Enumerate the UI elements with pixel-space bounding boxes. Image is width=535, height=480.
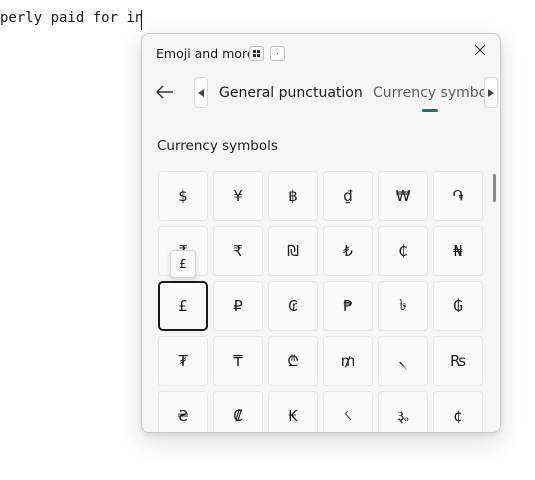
symbol-cell[interactable]: ₽: [213, 281, 263, 331]
caret-left-icon: [198, 88, 204, 97]
symbol-cell-selected[interactable]: £: [158, 281, 208, 331]
symbol-cell[interactable]: ₨: [433, 336, 483, 386]
windows-key-badge: [249, 46, 264, 61]
period-key-badge: .: [270, 46, 285, 61]
symbol-cell[interactable]: ₹: [213, 226, 263, 276]
windows-logo-icon: [253, 50, 260, 57]
vertical-scrollbar-thumb[interactable]: [493, 174, 496, 202]
emoji-panel: Emoji and more . General punctuation Cur…: [141, 33, 501, 433]
close-icon: [474, 44, 486, 56]
symbol-cell[interactable]: ₩: [378, 171, 428, 221]
symbol-cell[interactable]: ৲: [378, 336, 428, 386]
symbol-cell[interactable]: $: [158, 171, 208, 221]
back-button[interactable]: [154, 81, 176, 103]
symbol-cell[interactable]: ₱: [323, 281, 373, 331]
symbol-cell[interactable]: ¢: [433, 391, 483, 432]
symbol-cell[interactable]: ₵: [378, 226, 428, 276]
tab-currency-symbols[interactable]: Currency symbols: [373, 85, 498, 101]
symbol-cell[interactable]: ₥: [323, 336, 373, 386]
tab-general-punctuation[interactable]: General punctuation: [219, 85, 363, 101]
symbol-cell[interactable]: ₾: [268, 336, 318, 386]
tabs-scroll-left-button[interactable]: [194, 77, 208, 108]
symbol-cell[interactable]: ֏: [433, 171, 483, 221]
symbol-cell[interactable]: ₫: [323, 171, 373, 221]
symbol-cell[interactable]: ૱: [378, 391, 428, 432]
active-tab-indicator: [422, 109, 438, 112]
symbol-cell[interactable]: ₴: [158, 391, 208, 432]
symbol-cell[interactable]: ₭: [268, 391, 318, 432]
close-button[interactable]: [470, 40, 490, 60]
symbol-cell[interactable]: ฿: [268, 171, 318, 221]
symbol-cell[interactable]: ৻: [323, 391, 373, 432]
section-title: Currency symbols: [157, 138, 278, 154]
symbol-tooltip: £: [170, 250, 196, 278]
arrow-left-icon: [156, 85, 173, 99]
symbol-cell[interactable]: ₲: [433, 281, 483, 331]
tabs-scroll-right-button[interactable]: [484, 77, 498, 108]
document-text: perly paid for in: [0, 10, 144, 26]
symbol-cell[interactable]: ₢: [268, 281, 318, 331]
symbol-cell[interactable]: ₮: [158, 336, 208, 386]
symbol-cell[interactable]: ₦: [433, 226, 483, 276]
symbol-grid: $ ¥ ฿ ₫ ₩ ֏ ₹ ₹ ₪ ₺ ₵ ₦ £ ₽ ₢ ₱ ৳ ₲ ₮ ₸ …: [158, 171, 488, 432]
symbol-cell[interactable]: ¥: [213, 171, 263, 221]
period-key-label: .: [276, 47, 279, 57]
panel-title: Emoji and more: [156, 46, 255, 61]
symbol-cell[interactable]: ₺: [323, 226, 373, 276]
symbol-cell[interactable]: ₪: [268, 226, 318, 276]
symbol-cell[interactable]: ৳: [378, 281, 428, 331]
symbol-cell[interactable]: ₡: [213, 391, 263, 432]
text-caret: [141, 10, 142, 30]
caret-right-icon: [488, 88, 494, 97]
symbol-cell[interactable]: ₸: [213, 336, 263, 386]
